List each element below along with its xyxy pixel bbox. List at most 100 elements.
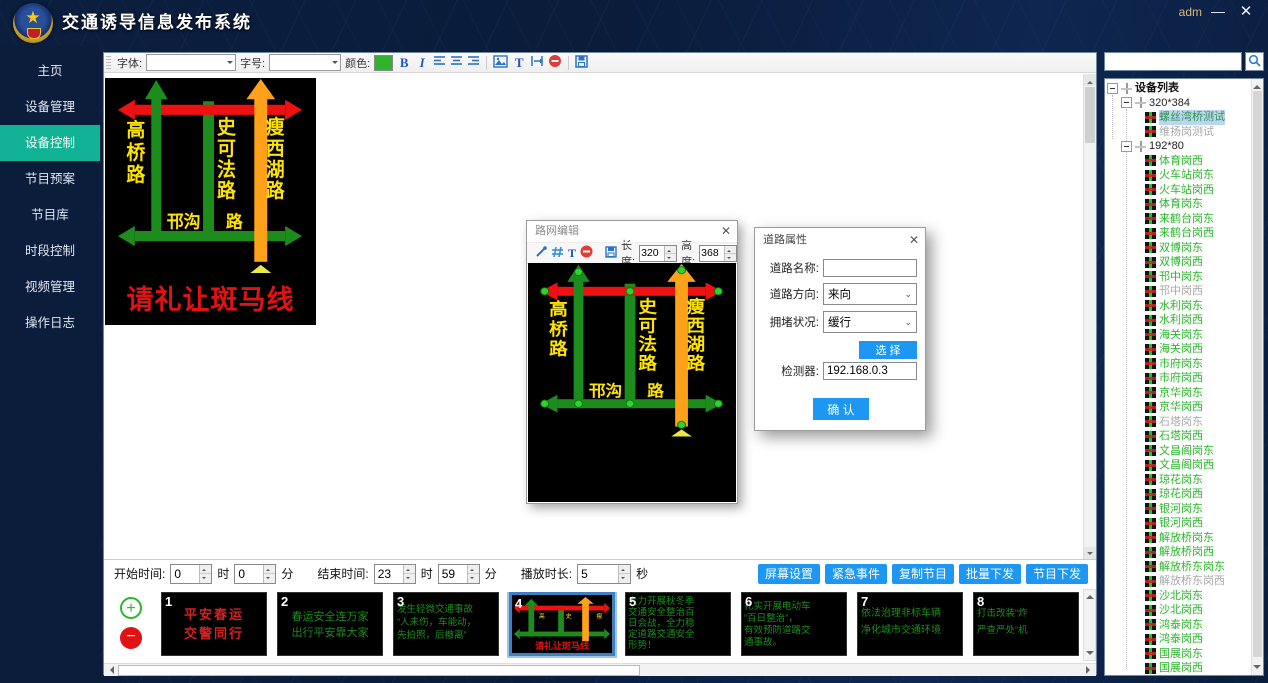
tree-device-琼花岗西[interactable]: 琼花岗西: [1105, 487, 1251, 502]
sidebar-item-schedule-control[interactable]: 时段控制: [0, 233, 100, 269]
horizontal-scrollbar[interactable]: [104, 663, 1096, 676]
save-icon[interactable]: [605, 246, 617, 261]
road-network-graphic-editable[interactable]: 高桥路 史可法路 瘦西湖路 邗沟 路: [528, 263, 736, 441]
search-button[interactable]: [1245, 52, 1264, 71]
led-display-preview[interactable]: 高桥路 史可法路 瘦西湖路 邗沟 路 请礼让斑马线: [105, 78, 316, 325]
align-center-icon[interactable]: [450, 55, 463, 70]
tree-device-体育岗西[interactable]: 体育岗西: [1105, 154, 1251, 169]
length-spinner[interactable]: [639, 245, 677, 262]
tree-device-火车站岗东[interactable]: 火车站岗东: [1105, 168, 1251, 183]
start-hour-spinner[interactable]: [170, 564, 212, 584]
dialog-titlebar[interactable]: 路网编辑 ✕: [527, 221, 737, 243]
double-road-icon[interactable]: [551, 246, 564, 261]
scrollbar-thumb[interactable]: [1085, 87, 1095, 143]
dialog-titlebar[interactable]: 道路属性 ✕: [755, 228, 925, 252]
tree-device-市府岗东[interactable]: 市府岗东: [1105, 357, 1251, 372]
playlist-vertical-scrollbar[interactable]: [1083, 589, 1096, 661]
tree-device-海关岗东[interactable]: 海关岗东: [1105, 328, 1251, 343]
toolbar-grip[interactable]: [106, 56, 111, 70]
sidebar-item-device-control[interactable]: 设备控制: [0, 125, 100, 161]
align-left-icon[interactable]: [433, 55, 446, 70]
tree-device-市府岗西[interactable]: 市府岗西: [1105, 371, 1251, 386]
device-search-input[interactable]: [1104, 52, 1242, 71]
tree-device-文昌阁岗东[interactable]: 文昌阁岗东: [1105, 444, 1251, 459]
select-button[interactable]: 选 择: [859, 341, 917, 359]
bold-button[interactable]: B: [397, 55, 411, 71]
playlist-item-3[interactable]: 3发生轻微交通事故“人未伤，车能动，先拍照，后撤离”: [393, 592, 499, 656]
insert-text-button[interactable]: T: [512, 55, 526, 71]
tree-device-维扬岗测试[interactable]: 维扬岗测试: [1105, 125, 1251, 140]
tree-device-琼花岗东[interactable]: 琼花岗东: [1105, 473, 1251, 488]
tree-device-石塔岗东[interactable]: 石塔岗东: [1105, 415, 1251, 430]
tree-device-体育岗东[interactable]: 体育岗东: [1105, 197, 1251, 212]
italic-button[interactable]: I: [415, 55, 429, 71]
action-button-4[interactable]: 批量下发: [959, 564, 1021, 584]
scroll-down-icon[interactable]: [1253, 665, 1261, 673]
insert-image-icon[interactable]: [493, 55, 508, 71]
scroll-down-icon[interactable]: [1086, 651, 1094, 659]
scroll-up-icon[interactable]: [1253, 81, 1261, 89]
duration-spinner[interactable]: [577, 564, 631, 584]
tree-collapse-icon[interactable]: [1121, 141, 1132, 152]
close-button[interactable]: ✕: [1236, 2, 1256, 22]
duration-input[interactable]: [578, 565, 618, 583]
end-hour-spinner[interactable]: [374, 564, 416, 584]
color-swatch[interactable]: [374, 55, 393, 71]
remove-program-button[interactable]: −: [120, 627, 142, 649]
playlist-item-8[interactable]: 8打击改装“炸严查严处“机: [973, 592, 1079, 656]
sidebar-item-program-plan[interactable]: 节目预案: [0, 161, 100, 197]
scrollbar-thumb[interactable]: [118, 665, 640, 676]
tree-device-海关岗西[interactable]: 海关岗西: [1105, 342, 1251, 357]
align-right-icon[interactable]: [467, 55, 480, 70]
confirm-button[interactable]: 确 认: [813, 398, 869, 420]
start-hour-input[interactable]: [171, 565, 199, 583]
detector-input[interactable]: [823, 362, 917, 380]
tree-device-解放桥岗东[interactable]: 解放桥岗东: [1105, 531, 1251, 546]
tree-group-192x80[interactable]: 192*80: [1105, 139, 1251, 154]
scroll-up-icon[interactable]: [1086, 591, 1094, 599]
end-hour-input[interactable]: [375, 565, 403, 583]
close-icon[interactable]: ✕: [909, 228, 919, 252]
playlist-item-6[interactable]: 6扎实开展电动车“百日整治”，有效预防道路交通事故。: [741, 592, 847, 656]
font-select[interactable]: [146, 54, 236, 71]
save-icon[interactable]: [575, 55, 588, 71]
tree-device-文昌阁岗西[interactable]: 文昌阁岗西: [1105, 458, 1251, 473]
sidebar-item-operation-log[interactable]: 操作日志: [0, 305, 100, 341]
action-button-3[interactable]: 复制节目: [892, 564, 954, 584]
tree-device-邗中岗东[interactable]: 邗中岗东: [1105, 270, 1251, 285]
tree-device-鸿泰岗东[interactable]: 鸿泰岗东: [1105, 618, 1251, 633]
tree-device-石塔岗西[interactable]: 石塔岗西: [1105, 429, 1251, 444]
tree-device-解放桥岗西[interactable]: 解放桥岗西: [1105, 545, 1251, 560]
font-size-select[interactable]: [269, 54, 341, 71]
minimize-button[interactable]: —: [1208, 2, 1228, 22]
tree-device-解放桥东岗东[interactable]: 解放桥东岗东: [1105, 560, 1251, 575]
road-name-input[interactable]: [823, 259, 917, 277]
tree-group-320x384[interactable]: 320*384: [1105, 96, 1251, 111]
tree-device-国展岗东[interactable]: 国展岗东: [1105, 647, 1251, 662]
tree-collapse-icon[interactable]: [1107, 83, 1118, 94]
tree-device-双博岗西[interactable]: 双博岗西: [1105, 255, 1251, 270]
scroll-down-icon[interactable]: [1084, 547, 1096, 559]
tree-device-银河岗西[interactable]: 银河岗西: [1105, 516, 1251, 531]
end-minute-input[interactable]: [439, 565, 467, 583]
action-button-1[interactable]: 屏幕设置: [758, 564, 820, 584]
tree-device-火车站岗西[interactable]: 火车站岗西: [1105, 183, 1251, 198]
close-icon[interactable]: ✕: [721, 221, 731, 242]
end-minute-spinner[interactable]: [438, 564, 480, 584]
tree-device-双博岗东[interactable]: 双博岗东: [1105, 241, 1251, 256]
action-button-2[interactable]: 紧急事件: [825, 564, 887, 584]
playlist-item-7[interactable]: 7依法治理非标车辆净化城市交通环境: [857, 592, 963, 656]
tree-device-京华岗东[interactable]: 京华岗东: [1105, 386, 1251, 401]
tree-device-解放桥东岗西[interactable]: 解放桥东岗西: [1105, 574, 1251, 589]
road-direction-select[interactable]: 来向⌄: [823, 283, 917, 305]
tree-device-沙北岗东[interactable]: 沙北岗东: [1105, 589, 1251, 604]
scrollbar-thumb[interactable]: [1253, 91, 1262, 657]
tree-device-邗中岗西[interactable]: 邗中岗西: [1105, 284, 1251, 299]
delete-icon[interactable]: [580, 245, 593, 261]
height-input[interactable]: [700, 246, 724, 261]
scroll-right-icon[interactable]: [1086, 666, 1094, 674]
tree-device-水利岗东[interactable]: 水利岗东: [1105, 299, 1251, 314]
playlist-item-5[interactable]: 5大力开展秋冬季交通安全整治百日会战，全力稳定道路交通安全形势！: [625, 592, 731, 656]
tree-device-京华岗西[interactable]: 京华岗西: [1105, 400, 1251, 415]
scroll-up-icon[interactable]: [1084, 74, 1096, 86]
